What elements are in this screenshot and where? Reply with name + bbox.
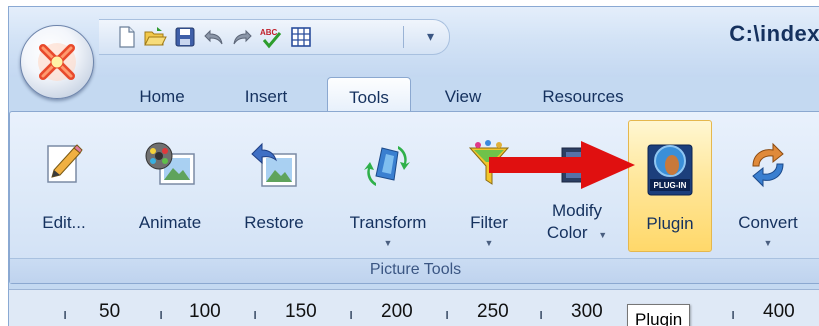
application-window: C:\index ABC ▾ Home Insert Tools View Re… <box>8 6 819 326</box>
restore-label: Restore <box>244 213 304 232</box>
plugin-icon: PLUG-IN <box>647 144 693 196</box>
ruler-mark-100: 100 <box>189 301 221 322</box>
table-icon[interactable] <box>289 25 313 49</box>
film-reel-icon <box>145 142 195 185</box>
qat-separator <box>403 26 404 48</box>
svg-text:ABC: ABC <box>260 28 278 37</box>
picture-tools-group-label: Picture Tools <box>10 258 819 283</box>
modify-label-line2: Color ▼ <box>534 222 620 246</box>
qat-customize-chevron[interactable]: ▾ <box>427 28 434 45</box>
ruler-tick: ı <box>349 306 354 323</box>
ruler-tick: ı <box>539 306 544 323</box>
tab-insert[interactable]: Insert <box>231 83 301 111</box>
ruler-mark-150: 150 <box>285 301 317 322</box>
transform-icon <box>364 146 410 186</box>
ruler-tick: ı <box>159 306 164 323</box>
undo-icon[interactable] <box>202 25 226 49</box>
ribbon-tabs: Home Insert Tools View Resources <box>9 77 819 112</box>
spellcheck-icon[interactable]: ABC <box>259 25 283 49</box>
tab-resources[interactable]: Resources <box>529 83 637 111</box>
plugin-tooltip: Plugin <box>627 304 691 326</box>
tab-home[interactable]: Home <box>127 83 197 111</box>
convert-label: Convert <box>738 213 798 232</box>
edit-pencil-icon <box>47 144 83 183</box>
convert-button[interactable]: Convert ▼ <box>724 120 812 250</box>
animate-button[interactable]: Animate <box>128 120 212 250</box>
plugin-label: Plugin <box>646 214 694 233</box>
transform-label: Transform <box>349 213 427 232</box>
modify-color-label: Modify Color ▼ <box>534 200 620 246</box>
ruler-tick: ı <box>731 306 736 323</box>
color-label: Color <box>546 223 588 242</box>
convert-dropdown-caret[interactable]: ▼ <box>724 238 812 248</box>
restore-image-icon <box>251 142 297 187</box>
plugin-button[interactable]: PLUG-IN Plugin <box>628 120 712 252</box>
edit-label: Edit... <box>42 213 86 232</box>
convert-arrows-icon <box>752 142 784 188</box>
ruler-mark-300: 300 <box>571 301 603 322</box>
filter-label: Filter <box>470 213 508 232</box>
plugin-badge-text: PLUG-IN <box>654 181 687 190</box>
quick-access-toolbar: ABC ▾ <box>99 19 450 55</box>
orb-logo-icon <box>38 43 76 81</box>
application-orb-button[interactable] <box>20 25 94 99</box>
save-icon[interactable] <box>173 25 197 49</box>
animate-label: Animate <box>138 213 202 232</box>
modify-label-line1: Modify <box>551 201 603 220</box>
new-file-icon[interactable] <box>115 25 139 49</box>
redo-icon[interactable] <box>230 25 254 49</box>
restore-button[interactable]: Restore <box>232 120 316 250</box>
filter-dropdown-caret[interactable]: ▼ <box>458 238 520 248</box>
edit-button[interactable]: Edit... <box>32 120 96 250</box>
ribbon-panel: Edit... Animate Restore Transform ▼ Filt… <box>9 111 819 284</box>
ruler-tick: ı <box>253 306 258 323</box>
ruler-tick: ı <box>63 306 68 323</box>
annotation-arrow-icon <box>489 141 635 189</box>
ruler-mark-200: 200 <box>381 301 413 322</box>
transform-button[interactable]: Transform ▼ <box>338 120 438 250</box>
tab-view[interactable]: View <box>433 83 493 111</box>
open-folder-icon[interactable] <box>143 25 167 49</box>
transform-dropdown-caret[interactable]: ▼ <box>338 238 438 248</box>
modify-color-dropdown-caret[interactable]: ▼ <box>598 230 607 240</box>
ruler-mark-400: 400 <box>763 301 795 322</box>
ruler-tick: ı <box>445 306 450 323</box>
window-title: C:\index <box>729 21 819 46</box>
ruler-mark-250: 250 <box>477 301 509 322</box>
tab-tools[interactable]: Tools <box>327 77 411 112</box>
horizontal-ruler: ı 50 ı 100 ı 150 ı 200 ı 250 ı 300 ı 400 <box>9 289 819 326</box>
title-bar: C:\index ABC ▾ <box>9 7 819 77</box>
ruler-mark-50: 50 <box>99 301 121 322</box>
